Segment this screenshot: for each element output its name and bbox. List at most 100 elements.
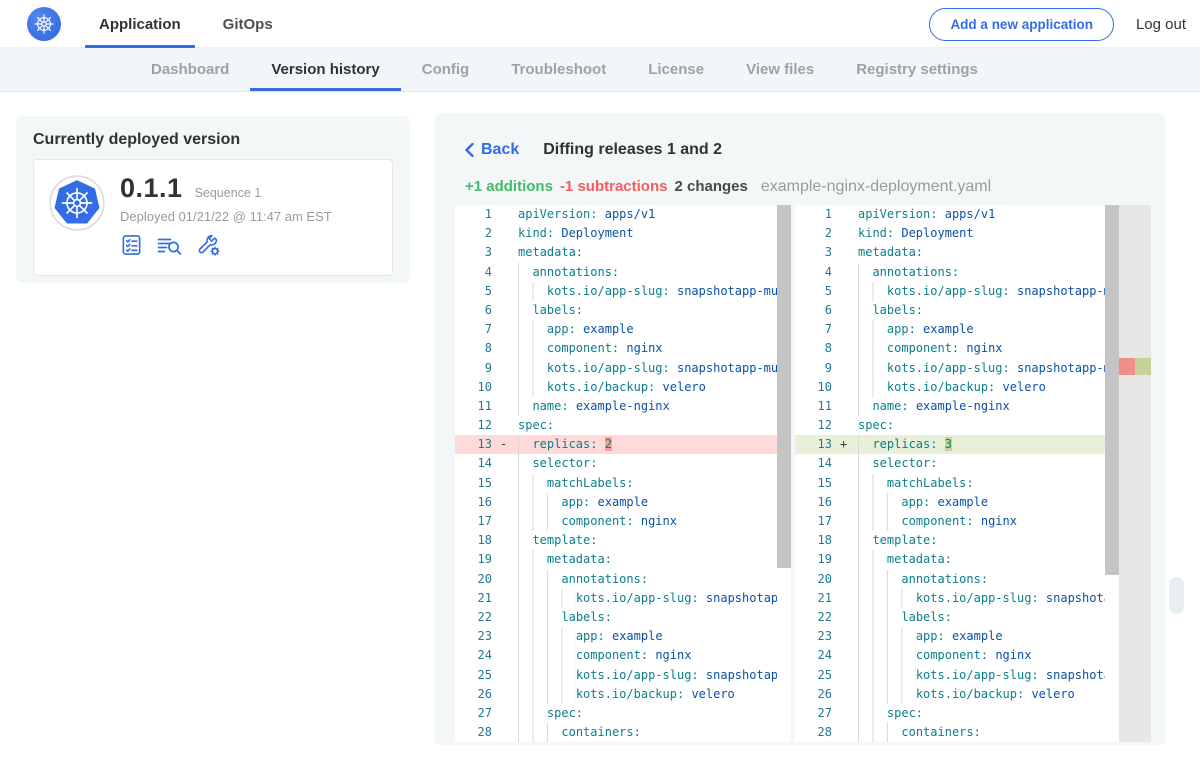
kubernetes-logo-icon[interactable] <box>27 7 61 41</box>
diff-marker <box>496 282 518 301</box>
line-number: 23 <box>795 627 836 646</box>
line-number: 1 <box>455 205 496 224</box>
back-link[interactable]: Back <box>465 141 519 159</box>
code-line: 15matchLabels: <box>795 474 1151 493</box>
tab-application[interactable]: Application <box>85 0 195 48</box>
yaml-key: metadata: <box>887 552 952 566</box>
yaml-value: 2 <box>605 437 612 451</box>
indent-guides <box>518 320 547 339</box>
yaml-value: snapshotapp-mu <box>677 361 777 375</box>
diff-marker <box>836 474 858 493</box>
line-number: 21 <box>455 589 496 608</box>
diff-marker <box>496 205 518 224</box>
diff-header: Back Diffing releases 1 and 2 <box>465 141 722 159</box>
code-text: kots.io/app-slug: snapshotap <box>518 666 777 685</box>
logout-button[interactable]: Log out <box>1136 16 1186 33</box>
release-notes-icon[interactable] <box>120 233 143 257</box>
line-number: 27 <box>455 704 496 723</box>
line-number: 16 <box>455 493 496 512</box>
indent-guides <box>518 646 576 665</box>
subnav-item-config[interactable]: Config <box>401 48 490 91</box>
diff-marker <box>836 589 858 608</box>
yaml-key: containers: <box>901 725 980 739</box>
yaml-value: example <box>598 495 649 509</box>
code-text: kots.io/app-slug: snapshotap <box>858 666 1105 685</box>
line-number: 16 <box>795 493 836 512</box>
deployed-card-title: Currently deployed version <box>33 131 393 149</box>
diff-marker <box>496 454 518 473</box>
diff-marker <box>496 263 518 282</box>
diff-marker: + <box>836 435 858 454</box>
yaml-value: example <box>952 629 1003 643</box>
subtractions-count: -1 subtractions <box>560 178 668 195</box>
diff-title: Diffing releases 1 and 2 <box>543 141 722 159</box>
line-number: 25 <box>455 666 496 685</box>
indent-guides <box>858 608 901 627</box>
diff-marker <box>836 243 858 262</box>
additions-count: +1 additions <box>465 178 553 195</box>
yaml-key: kots.io/app-slug: <box>887 284 1010 298</box>
yaml-key: apiVersion: <box>858 207 937 221</box>
indent-guides <box>858 378 887 397</box>
diff-marker <box>836 339 858 358</box>
indent-guides <box>858 531 872 550</box>
back-chevron-icon <box>465 143 474 157</box>
edit-config-icon[interactable] <box>196 233 222 257</box>
code-line: 11name: example-nginx <box>455 397 791 416</box>
diff-marker <box>836 397 858 416</box>
left-scrollbar-thumb[interactable] <box>777 205 791 568</box>
code-text: template: <box>518 531 597 550</box>
diff-panels: 1apiVersion: apps/v12kind: Deployment3me… <box>455 205 1151 742</box>
code-text: app: example <box>518 320 634 339</box>
subnav-item-troubleshoot[interactable]: Troubleshoot <box>490 48 627 91</box>
page-scrollbar-thumb[interactable] <box>1169 577 1184 614</box>
tab-gitops[interactable]: GitOps <box>209 0 287 48</box>
yaml-key: app: <box>887 322 916 336</box>
subnav-item-license[interactable]: License <box>627 48 725 91</box>
subnav-item-view-files[interactable]: View files <box>725 48 835 91</box>
code-line: 21kots.io/app-slug: snapshotap <box>795 589 1151 608</box>
code-text: app: example <box>858 320 974 339</box>
yaml-key: kots.io/backup: <box>547 380 655 394</box>
code-text: kots.io/app-slug: snapshotapp-mu <box>858 282 1105 301</box>
yaml-key: component: <box>916 648 988 662</box>
diff-marker <box>496 512 518 531</box>
diff-editor-right[interactable]: 1apiVersion: apps/v12kind: Deployment3me… <box>795 205 1151 742</box>
line-number: 3 <box>795 243 836 262</box>
code-text: spec: <box>518 416 554 435</box>
line-number: 5 <box>795 282 836 301</box>
code-line: 28containers: <box>455 723 791 742</box>
indent-guides <box>858 685 916 704</box>
line-number: 6 <box>455 301 496 320</box>
line-number: 24 <box>455 646 496 665</box>
code-text: kots.io/app-slug: snapshotap <box>858 589 1105 608</box>
yaml-key: kots.io/app-slug: <box>547 361 670 375</box>
indent-guides <box>858 282 887 301</box>
indent-guides <box>518 723 561 742</box>
subnav-item-version-history[interactable]: Version history <box>250 48 400 91</box>
code-line: 4annotations: <box>455 263 791 282</box>
code-line: 17component: nginx <box>795 512 1151 531</box>
overview-ruler <box>1119 205 1151 742</box>
line-number: 11 <box>795 397 836 416</box>
indent-guides <box>518 627 576 646</box>
subnav-item-registry-settings[interactable]: Registry settings <box>835 48 999 91</box>
diff-editor-left[interactable]: 1apiVersion: apps/v12kind: Deployment3me… <box>455 205 791 742</box>
kots-admin-console: Application GitOps Add a new application… <box>0 0 1200 768</box>
diff-marker <box>496 320 518 339</box>
diff-marker <box>836 550 858 569</box>
view-logs-icon[interactable] <box>156 233 183 257</box>
yaml-key: component: <box>561 514 633 528</box>
yaml-value: example <box>938 495 989 509</box>
diff-marker <box>496 666 518 685</box>
yaml-value: velero <box>1003 380 1046 394</box>
subnav-item-dashboard[interactable]: Dashboard <box>130 48 250 91</box>
add-application-button[interactable]: Add a new application <box>929 8 1114 41</box>
yaml-key: component: <box>901 514 973 528</box>
code-line: 3metadata: <box>795 243 1151 262</box>
line-number: 25 <box>795 666 836 685</box>
yaml-value: snapshotapp-mu <box>1017 361 1105 375</box>
right-scrollbar-thumb[interactable] <box>1105 205 1119 575</box>
yaml-key: selector: <box>872 456 937 470</box>
line-number: 13 <box>795 435 836 454</box>
